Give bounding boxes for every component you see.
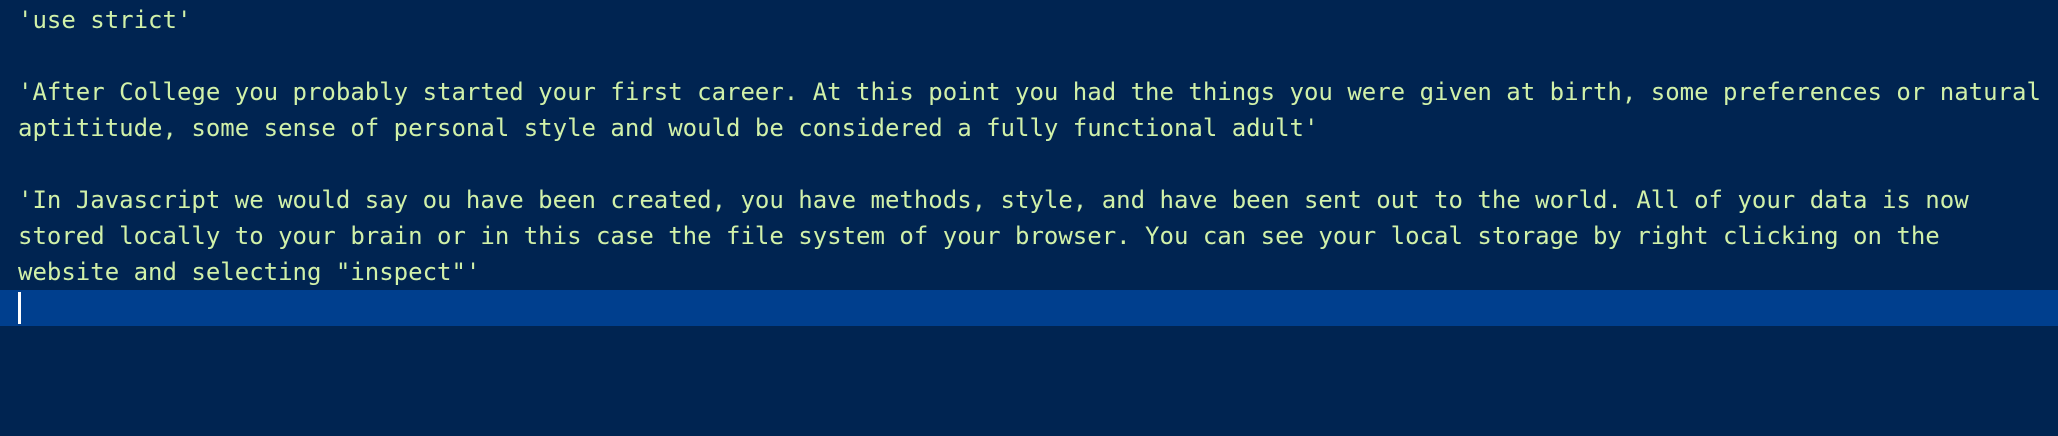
- code-line[interactable]: stored locally to your brain or in this …: [0, 218, 2058, 254]
- code-line[interactable]: 'In Javascript we would say ou have been…: [0, 182, 2058, 218]
- text-editor[interactable]: 'use strict' 'After College you probably…: [0, 0, 2058, 436]
- code-line[interactable]: [0, 146, 2058, 182]
- text-cursor: [18, 292, 21, 324]
- code-line[interactable]: website and selecting "inspect"': [0, 254, 2058, 290]
- code-line[interactable]: 'use strict': [0, 2, 2058, 38]
- code-line[interactable]: [0, 38, 2058, 74]
- code-line[interactable]: aptititude, some sense of personal style…: [0, 110, 2058, 146]
- code-line[interactable]: 'After College you probably started your…: [0, 74, 2058, 110]
- active-line[interactable]: [0, 290, 2058, 326]
